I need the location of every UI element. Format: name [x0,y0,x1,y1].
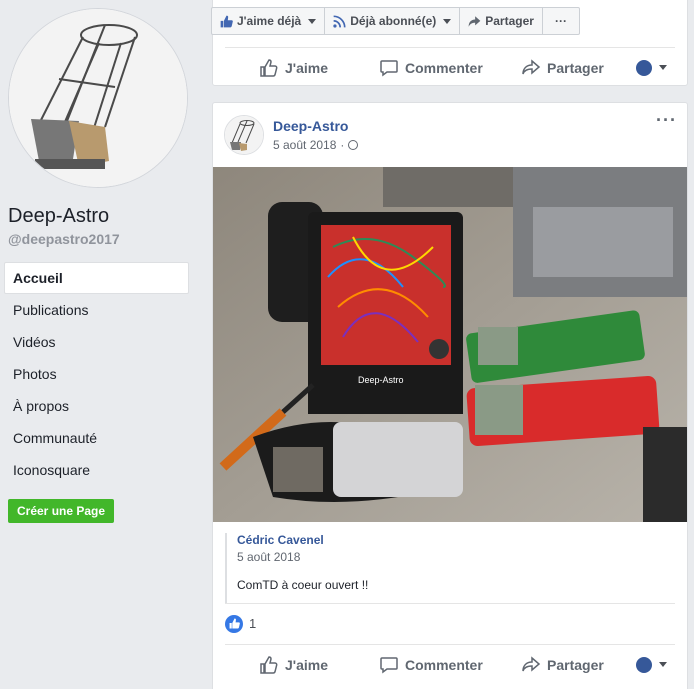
reactions-bar[interactable]: 1 [225,603,675,643]
like-action-label: J'aime [285,59,329,76]
page-profile-picture[interactable] [8,8,188,188]
shared-post-attribution: Cédric Cavenel 5 août 2018 ComTD à coeur… [225,533,675,603]
thumbs-up-icon [260,58,278,77]
like-action-label: J'aime [285,656,329,673]
page-actions-bar: J'aime déjà Déjà abonné(e) Partager ··· [211,7,580,35]
share-icon [468,15,481,27]
post-date[interactable]: 5 août 2018 [273,138,336,152]
post-photo[interactable]: Deep-Astro [213,167,687,522]
shared-author-name[interactable]: Cédric Cavenel [237,533,675,547]
comment-action-button[interactable]: Commenter [379,655,483,675]
liked-button-label: J'aime déjà [237,14,302,28]
nav-item-accueil[interactable]: Accueil [4,262,189,294]
following-button-label: Déjà abonné(e) [350,14,437,28]
share-action-button[interactable]: Partager [521,58,604,78]
comment-action-label: Commenter [405,59,483,76]
shared-post-date[interactable]: 5 août 2018 [237,550,675,564]
post-options-icon[interactable]: ··· [656,111,677,129]
like-count[interactable]: 1 [249,616,256,631]
nav-item-videos[interactable]: Vidéos [4,326,189,358]
nav-item-communaute[interactable]: Communauté [4,422,189,454]
page-handle: @deepastro2017 [8,231,120,247]
comment-action-label: Commenter [405,656,483,673]
globe-icon [348,140,359,150]
chevron-down-icon [443,18,452,24]
thumbs-up-icon [260,655,278,674]
post-actions-bar: J'aime Commenter Partager [225,47,675,87]
separator-dot: · [340,138,345,152]
rss-icon [333,14,346,28]
like-action-button[interactable]: J'aime [259,58,328,78]
page-share-button-label: Partager [485,14,534,28]
share-icon [522,655,541,672]
share-action-label: Partager [547,59,604,76]
post-meta: 5 août 2018 · [273,138,359,152]
more-options-button[interactable]: ··· [541,7,580,35]
comment-icon [380,656,398,673]
thumbs-up-icon [220,15,233,27]
like-reaction-icon [225,614,243,633]
page-share-button[interactable]: Partager [459,7,543,35]
telescope-thumbnail [225,116,263,154]
audience-selector[interactable] [636,59,667,76]
svg-text:Deep-Astro: Deep-Astro [358,375,404,385]
share-action-label: Partager [547,656,604,673]
page-avatar-icon [636,59,652,76]
post-author-name[interactable]: Deep-Astro [273,118,348,134]
chevron-down-icon [659,65,667,70]
post-actions-bar: J'aime Commenter Partager [225,644,675,684]
page-nav: Accueil Publications Vidéos Photos À pro… [4,262,189,486]
comment-icon [380,59,398,76]
nav-item-iconosquare[interactable]: Iconosquare [4,454,189,486]
shared-post-text: ComTD à coeur ouvert !! [237,578,369,592]
post-card: Deep-Astro 5 août 2018 · ··· Deep-Astro … [212,102,688,689]
nav-item-publications[interactable]: Publications [4,294,189,326]
create-page-button[interactable]: Créer une Page [8,499,115,523]
telescope-image [9,9,187,187]
post-author-avatar[interactable] [224,115,264,155]
liked-button[interactable]: J'aime déjà [211,7,326,35]
comment-action-button[interactable]: Commenter [379,58,483,78]
page-name[interactable]: Deep-Astro [8,205,109,228]
nav-item-a-propos[interactable]: À propos [4,390,189,422]
left-sidebar: Deep-Astro @deepastro2017 Accueil Public… [0,0,200,689]
share-action-button[interactable]: Partager [521,655,604,675]
nav-item-photos[interactable]: Photos [4,358,189,390]
like-action-button[interactable]: J'aime [259,655,328,675]
electronics-photo: Deep-Astro [213,167,687,522]
audience-selector[interactable] [636,656,667,673]
chevron-down-icon [659,662,667,667]
share-icon [522,58,541,75]
chevron-down-icon [308,18,317,24]
following-button[interactable]: Déjà abonné(e) [324,7,461,35]
page-avatar-icon [636,656,652,673]
